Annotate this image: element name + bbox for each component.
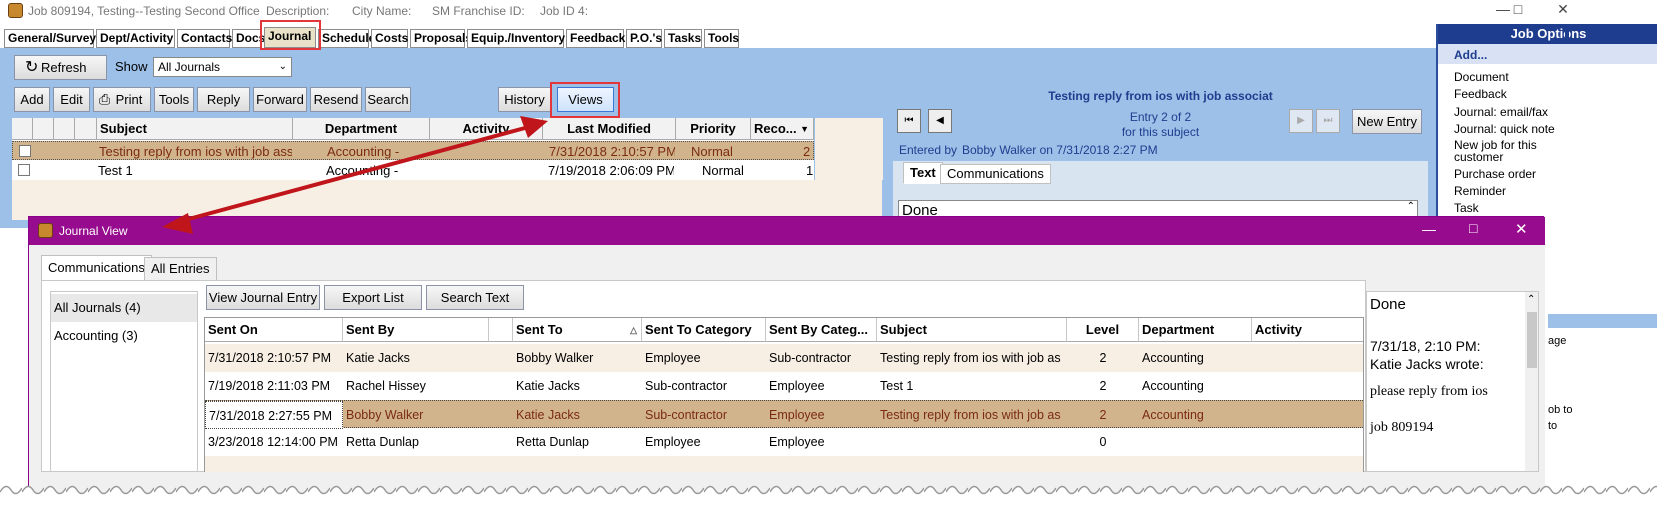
arrow-line <box>184 126 526 222</box>
torn-edge <box>0 480 1657 519</box>
annotation-arrow <box>162 116 548 234</box>
arrow-head-right <box>520 116 548 138</box>
arrow-head-left <box>162 213 193 234</box>
